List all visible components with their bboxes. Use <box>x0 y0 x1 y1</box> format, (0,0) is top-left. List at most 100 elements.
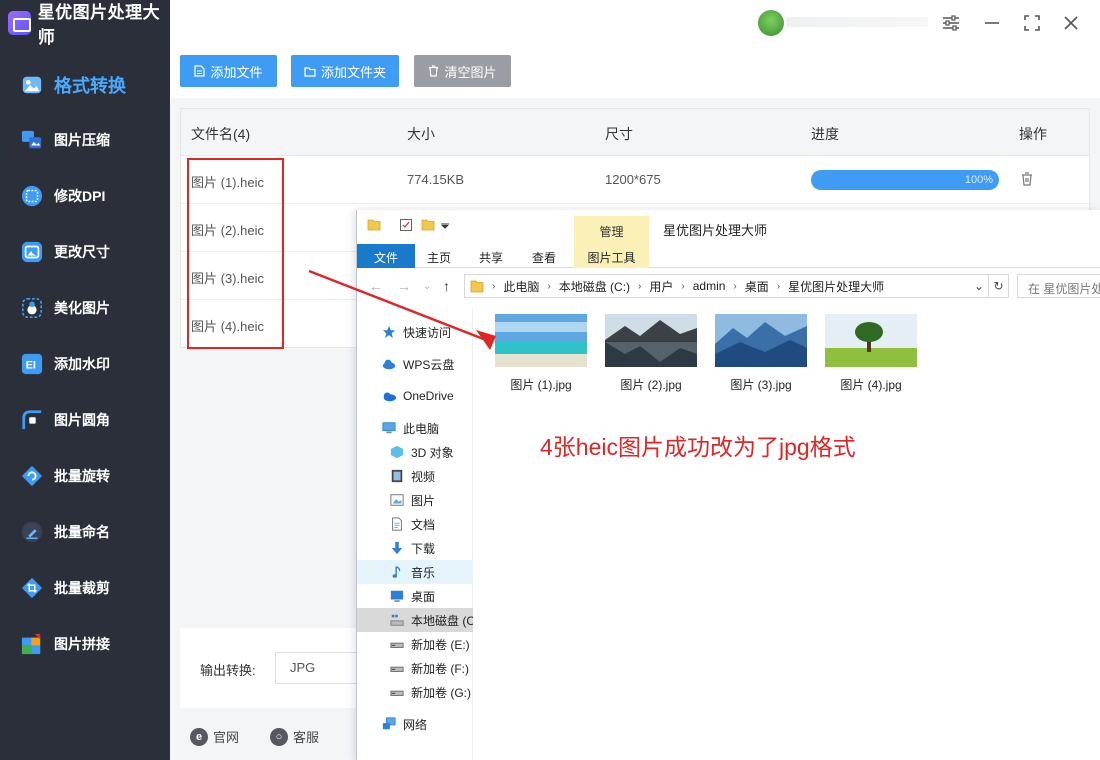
add-folder-button[interactable]: 添加文件夹 <box>291 55 399 87</box>
breadcrumb-item[interactable]: 桌面 <box>745 278 769 295</box>
new-folder-icon[interactable] <box>421 218 435 232</box>
nav-item-wps-cloud[interactable]: WPS云盘 <box>357 352 473 376</box>
file-icon <box>194 65 206 77</box>
sidebar-item-label: 更改尺寸 <box>54 244 110 260</box>
sidebar-item-stitch[interactable]: 图片拼接 <box>0 616 170 672</box>
minimize-button[interactable] <box>981 12 1003 34</box>
breadcrumb-item[interactable]: 本地磁盘 (C:) <box>559 278 630 295</box>
nav-label: 快速访问 <box>403 325 452 340</box>
nav-item-volume-g[interactable]: 新加卷 (G:) <box>357 680 473 704</box>
table-row[interactable]: 图片 (1).heic 774.15KB 1200*675 100% <box>181 156 1089 204</box>
nav-item-3d-objects[interactable]: 3D 对象 <box>357 440 473 464</box>
nav-label: 新加卷 (G:) <box>411 685 471 700</box>
folder-icon[interactable] <box>367 218 381 232</box>
search-input[interactable]: 在 星优图片处 <box>1017 274 1100 298</box>
breadcrumb-item[interactable]: 此电脑 <box>503 278 539 295</box>
tab-home[interactable]: 主页 <box>415 244 463 268</box>
nav-item-music[interactable]: 音乐 <box>357 560 473 584</box>
sidebar-item-watermark[interactable]: EI 添加水印 <box>0 336 170 392</box>
nav-item-desktop[interactable]: 桌面 <box>357 584 473 608</box>
nav-item-volume-f[interactable]: 新加卷 (F:) <box>357 656 473 680</box>
sidebar-item-crop[interactable]: 批量裁剪 <box>0 560 170 616</box>
nav-item-quick-access[interactable]: 快速访问 <box>357 320 473 344</box>
avatar[interactable] <box>758 10 784 36</box>
forward-arrow-icon[interactable]: → <box>397 278 411 294</box>
nav-label: 桌面 <box>411 589 436 604</box>
quick-access-toolbar: 管理 星优图片处理大师 <box>357 210 1100 244</box>
back-arrow-icon[interactable]: ← <box>369 278 383 294</box>
breadcrumb-item[interactable]: admin <box>693 279 726 293</box>
filename-highlight-box <box>187 158 284 349</box>
sidebar-item-label: 批量命名 <box>54 524 110 540</box>
nav-label: 下载 <box>411 541 436 556</box>
nav-item-network[interactable]: 网络 <box>357 712 473 736</box>
add-file-button[interactable]: 添加文件 <box>180 55 277 87</box>
username-placeholder <box>786 17 928 27</box>
sidebar-item-rename[interactable]: 批量命名 <box>0 504 170 560</box>
address-bar[interactable]: › 此电脑 › 本地磁盘 (C:) › 用户 › admin › 桌面 › 星优… <box>464 274 989 298</box>
sidebar-item-image-compress[interactable]: 图片压缩 <box>0 112 170 168</box>
settings-button[interactable] <box>940 12 962 34</box>
app-title: 星优图片处理大师 <box>37 3 161 47</box>
nav-item-documents[interactable]: 文档 <box>357 512 473 536</box>
tab-manage[interactable]: 管理 <box>574 216 649 244</box>
sidebar-item-dpi[interactable]: 修改DPI <box>0 168 170 224</box>
support-link[interactable]: ○ 客服 <box>270 727 319 746</box>
breadcrumb-item[interactable]: 用户 <box>649 278 673 295</box>
header-size: 大小 <box>407 126 435 142</box>
output-format-label: 输出转换: <box>200 663 256 678</box>
tab-file[interactable]: 文件 <box>357 244 415 268</box>
clear-images-button[interactable]: 清空图片 <box>414 55 511 87</box>
file-item[interactable]: 图片 (3).jpg <box>715 314 807 393</box>
file-name: 图片 (3).jpg <box>730 378 792 392</box>
sidebar-item-resize[interactable]: 更改尺寸 <box>0 224 170 280</box>
sidebar-item-format-convert[interactable]: 格式转换 <box>0 58 170 112</box>
breadcrumb-item[interactable]: 星优图片处理大师 <box>788 278 884 295</box>
picture-icon <box>390 494 404 506</box>
blue-mountains-thumbnail <box>715 314 807 367</box>
chevron-right-icon: › <box>733 280 737 292</box>
format-convert-icon <box>20 73 44 97</box>
output-format-select[interactable]: JPG <box>275 652 365 684</box>
nav-item-onedrive[interactable]: OneDrive <box>357 384 473 408</box>
sidebar-item-label: 修改DPI <box>54 188 106 204</box>
chevron-right-icon: › <box>776 280 781 292</box>
nav-label: 图片 <box>411 493 436 508</box>
nav-item-downloads[interactable]: 下载 <box>357 536 473 560</box>
close-button[interactable] <box>1060 12 1082 34</box>
nav-item-videos[interactable]: 视频 <box>357 464 473 488</box>
file-name: 图片 (1).jpg <box>510 378 572 392</box>
delete-row-icon[interactable] <box>1019 171 1035 187</box>
up-arrow-icon[interactable]: ↑ <box>443 278 450 294</box>
sidebar-item-rotate[interactable]: 批量旋转 <box>0 448 170 504</box>
sidebar-item-beautify[interactable]: 美化图片 <box>0 280 170 336</box>
nav-item-volume-e[interactable]: 新加卷 (E:) <box>357 632 473 656</box>
file-item[interactable]: 图片 (1).jpg <box>495 314 587 393</box>
sidebar-item-round-corner[interactable]: 图片圆角 <box>0 392 170 448</box>
nav-item-pictures[interactable]: 图片 <box>357 488 473 512</box>
output-panel: 输出转换: JPG <box>180 628 365 708</box>
tab-view[interactable]: 查看 <box>519 244 569 268</box>
fullscreen-icon <box>1024 15 1040 31</box>
toolbar: 添加文件 添加文件夹 清空图片 <box>170 46 1100 98</box>
progress-label: 100% <box>964 174 993 186</box>
annotation-text: 4张heic图片成功改为了jpg格式 <box>540 434 856 460</box>
nav-item-local-disk-c[interactable]: 本地磁盘 (C <box>357 608 473 632</box>
refresh-button[interactable]: ↻ <box>989 274 1009 298</box>
customize-dropdown-icon[interactable] <box>441 223 449 229</box>
file-item[interactable]: 图片 (4).jpg <box>825 314 917 393</box>
recent-dropdown-icon[interactable]: ⌄ <box>423 281 431 292</box>
properties-icon[interactable] <box>399 218 413 232</box>
maximize-button[interactable] <box>1021 12 1043 34</box>
tab-share[interactable]: 共享 <box>467 244 515 268</box>
clear-images-label: 清空图片 <box>444 64 497 80</box>
tab-picture-tools[interactable]: 图片工具 <box>574 244 649 268</box>
manage-tab-label: 管理 <box>599 225 624 239</box>
stitch-icon <box>20 632 44 656</box>
address-dropdown-icon[interactable]: ⌄ <box>974 279 984 293</box>
header-filename: 文件名(4) <box>191 126 251 142</box>
nav-item-this-pc[interactable]: 此电脑 <box>357 416 473 440</box>
file-name: 图片 (2).jpg <box>620 378 682 392</box>
website-link[interactable]: e 官网 <box>190 727 239 746</box>
file-item[interactable]: 图片 (2).jpg <box>605 314 697 393</box>
